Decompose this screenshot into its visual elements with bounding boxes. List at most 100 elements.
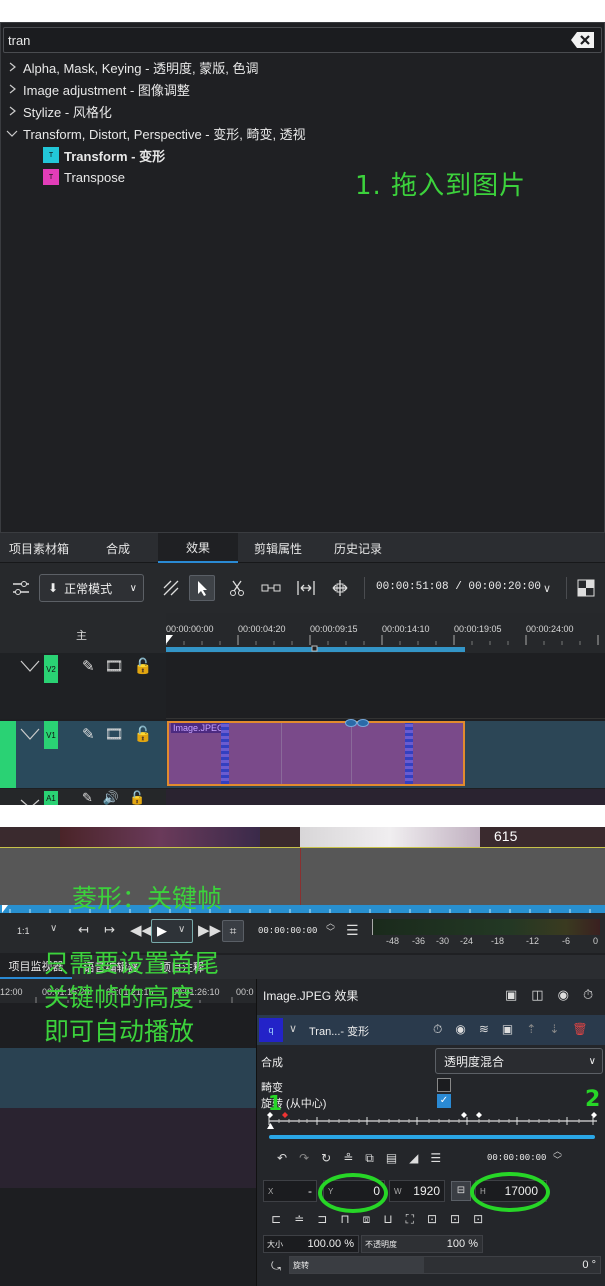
- align-hcenter-icon[interactable]: ≐: [294, 1212, 304, 1227]
- split-view-icon[interactable]: [573, 575, 599, 601]
- category-alpha-mask[interactable]: Alpha, Mask, Keying - 透明度, 蒙版, 色调: [5, 57, 259, 77]
- lock-icon[interactable]: 🔓: [134, 657, 153, 675]
- slip-tool-icon[interactable]: [293, 575, 319, 601]
- next-keyframe-icon[interactable]: ↻: [321, 1151, 331, 1166]
- keyframe-toggle-icon[interactable]: ⏱: [583, 987, 593, 1003]
- rotation-keyframe-icon[interactable]: ⤿: [271, 1259, 281, 1274]
- tab-effects[interactable]: 效果: [158, 533, 238, 563]
- rewind-icon[interactable]: ◀◀: [130, 921, 153, 939]
- w-field[interactable]: W 1920: [389, 1180, 445, 1202]
- clear-search-icon[interactable]: [571, 31, 595, 49]
- settings-sliders-icon[interactable]: [8, 575, 34, 601]
- opacity-field[interactable]: 不透明度 100 %: [361, 1235, 483, 1253]
- effect-wand-icon[interactable]: ✎: [82, 657, 95, 675]
- chevron-right-icon[interactable]: [5, 82, 19, 96]
- zoom-label[interactable]: 1:1: [17, 926, 30, 936]
- add-keyframe-icon[interactable]: ↷: [299, 1151, 309, 1166]
- film-icon[interactable]: 🎞: [105, 725, 124, 743]
- split-compare-icon[interactable]: ◫: [531, 987, 543, 1003]
- rotate-center-checkbox[interactable]: ✓: [437, 1094, 451, 1108]
- chevron-right-icon[interactable]: [5, 60, 19, 74]
- razor-tool-icon[interactable]: [224, 575, 250, 601]
- effect-item-transpose[interactable]: T Transpose: [43, 167, 125, 187]
- keyframe-handle-icon[interactable]: [345, 719, 357, 727]
- clip-image-jpeg[interactable]: Image.JPEG: [167, 719, 465, 786]
- fit-icon[interactable]: ⛶: [406, 1212, 414, 1227]
- move-down-icon[interactable]: ⇣: [549, 1022, 559, 1037]
- ripple-tool-icon[interactable]: [158, 575, 184, 601]
- effect-row-transform[interactable]: q ∨ Tran...- 变形 ⏱ ◉ ≋ ▣ ⇡ ⇣ 🗑: [257, 1015, 605, 1045]
- eye-icon[interactable]: ◉: [558, 987, 569, 1003]
- move-up-icon[interactable]: ⇡: [526, 1022, 536, 1037]
- fast-forward-icon[interactable]: ▶▶: [198, 921, 221, 939]
- previous-keyframe-icon[interactable]: ↶: [277, 1151, 287, 1166]
- chevron-down-icon[interactable]: [20, 659, 40, 678]
- category-transform[interactable]: Transform, Distort, Perspective - 变形, 畸变…: [5, 123, 306, 143]
- copy-icon[interactable]: ⧉: [365, 1151, 374, 1166]
- keyframe-timecode[interactable]: 00:00:00:00: [487, 1153, 546, 1163]
- timeline-timecode[interactable]: 00:00:51:08 / 00:00:20:00: [376, 581, 541, 593]
- category-stylize[interactable]: Stylize - 风格化: [5, 101, 112, 121]
- timecode-stepper-icon[interactable]: ︿ ﹀: [326, 919, 335, 937]
- keyframe-timeline[interactable]: [267, 1111, 597, 1141]
- align-left-icon[interactable]: ⊏: [271, 1212, 281, 1227]
- adjust-icon[interactable]: ≋: [479, 1022, 489, 1037]
- multicam-tool-icon[interactable]: [327, 575, 353, 601]
- monitor-timecode[interactable]: 00:00:00:00: [258, 926, 317, 936]
- link-aspect-icon[interactable]: ⊟: [451, 1181, 471, 1201]
- fit-height-icon[interactable]: ⊡: [473, 1212, 483, 1227]
- edit-mode-select[interactable]: ⬇ 正常模式 ∨: [39, 574, 144, 602]
- chevron-down-icon[interactable]: ∨: [50, 923, 57, 934]
- tab-project-bin[interactable]: 项目素材箱: [0, 533, 78, 563]
- lock-icon[interactable]: 🔓: [134, 725, 153, 743]
- effect-wand-icon[interactable]: ✎: [82, 790, 93, 806]
- keyframe-mode-icon[interactable]: ⏱: [433, 1022, 442, 1037]
- time-ruler[interactable]: 00:00:00:00 00:00:04:20 00:00:09:15 00:0…: [166, 613, 605, 653]
- save-icon[interactable]: ▣: [502, 1022, 513, 1037]
- interpolation-icon[interactable]: ◢: [409, 1151, 418, 1166]
- keyframe-handle-icon[interactable]: [357, 719, 369, 727]
- effect-item-transform[interactable]: T Transform - 变形: [43, 145, 165, 165]
- tab-clip-properties[interactable]: 剪辑属性: [240, 533, 316, 563]
- compose-mode-select[interactable]: 透明度混合 ∨: [435, 1048, 603, 1074]
- menu-icon[interactable]: ☰: [346, 922, 359, 939]
- distort-checkbox[interactable]: [437, 1078, 451, 1092]
- set-in-point-icon[interactable]: ↤: [78, 922, 89, 938]
- track-lane-v2[interactable]: [166, 653, 605, 719]
- eye-icon[interactable]: ◉: [455, 1022, 465, 1037]
- chevron-down-icon[interactable]: [5, 126, 19, 140]
- speaker-icon[interactable]: 🔊: [103, 790, 119, 806]
- fit-width-icon[interactable]: ⊡: [450, 1212, 460, 1227]
- align-icon[interactable]: ≗: [343, 1151, 353, 1166]
- delete-icon[interactable]: 🗑: [572, 1022, 587, 1037]
- save-effect-icon[interactable]: ▣: [505, 987, 517, 1003]
- tab-history[interactable]: 历史记录: [318, 533, 398, 563]
- spacer-tool-icon[interactable]: [258, 575, 284, 601]
- film-icon[interactable]: 🎞: [105, 657, 124, 675]
- track-lane-a1[interactable]: [166, 789, 605, 805]
- chevron-down-icon[interactable]: [20, 727, 40, 746]
- chevron-right-icon[interactable]: [5, 104, 19, 118]
- menu-icon[interactable]: ☰: [430, 1151, 441, 1166]
- search-bar[interactable]: [3, 27, 602, 53]
- select-tool-icon[interactable]: [189, 575, 215, 601]
- crop-icon[interactable]: ⌗: [222, 920, 244, 942]
- set-out-point-icon[interactable]: ↦: [104, 922, 115, 938]
- search-input[interactable]: [8, 30, 568, 50]
- rotation-field[interactable]: 旋转 0 °: [289, 1256, 601, 1274]
- x-field[interactable]: X -: [263, 1180, 317, 1202]
- align-vcenter-icon[interactable]: ⧈: [363, 1212, 371, 1227]
- timecode-stepper-icon[interactable]: ︿ ﹀: [553, 1147, 562, 1165]
- chevron-down-icon[interactable]: ∨: [534, 575, 560, 601]
- category-image-adjustment[interactable]: Image adjustment - 图像调整: [5, 79, 190, 99]
- play-button[interactable]: ▶ ∨: [151, 919, 193, 943]
- align-right-icon[interactable]: ⊐: [317, 1212, 327, 1227]
- lock-icon[interactable]: 🔓: [129, 790, 145, 806]
- tab-compositions[interactable]: 合成: [80, 533, 156, 563]
- align-bottom-icon[interactable]: ⊔: [383, 1212, 392, 1227]
- align-top-icon[interactable]: ⊓: [340, 1212, 349, 1227]
- chevron-down-icon[interactable]: ∨: [289, 1022, 297, 1035]
- size-field[interactable]: 大小 100.00 %: [263, 1235, 359, 1253]
- center-icon[interactable]: ⊡: [427, 1212, 437, 1227]
- effect-wand-icon[interactable]: ✎: [82, 725, 95, 743]
